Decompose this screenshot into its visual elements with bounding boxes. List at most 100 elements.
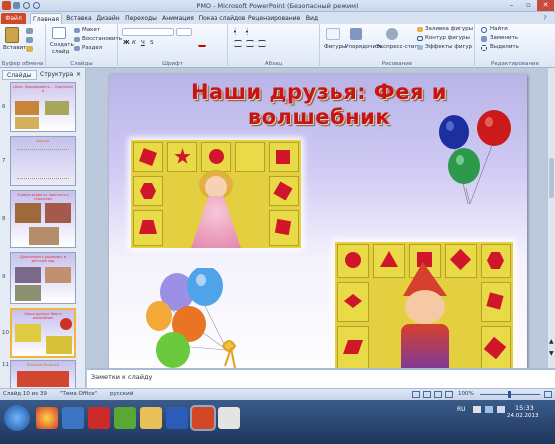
bullets-icon[interactable] bbox=[234, 28, 242, 35]
thumb-image[interactable]: Дополняем с родными, в детский сад bbox=[10, 252, 76, 304]
thumb-image[interactable]: Наши друзья: Фея и волшебник bbox=[10, 308, 76, 358]
replace-button[interactable]: Заменить bbox=[490, 35, 518, 41]
slide-thumbnail[interactable]: 6 Цель: Формировать ... Карточки и bbox=[0, 82, 86, 134]
taskbar-chrome-icon[interactable] bbox=[36, 407, 58, 429]
taskbar-explorer-icon[interactable] bbox=[62, 407, 84, 429]
taskbar-paint-icon[interactable] bbox=[218, 407, 240, 429]
tray-clock[interactable]: 15:33 bbox=[515, 404, 534, 412]
shape-outline-button[interactable]: Контур фигуры bbox=[425, 35, 470, 41]
start-button[interactable] bbox=[4, 405, 30, 431]
section-icon[interactable] bbox=[74, 46, 80, 51]
tray-flag-icon[interactable] bbox=[473, 406, 481, 413]
shapes-icon[interactable] bbox=[326, 28, 340, 40]
tab-animation[interactable]: Анимация bbox=[160, 13, 196, 24]
tray-date[interactable]: 24.02.2013 bbox=[507, 413, 539, 419]
tab-slideshow[interactable]: Показ слайдов bbox=[198, 13, 246, 24]
font-name-box[interactable] bbox=[122, 28, 174, 36]
taskbar-utorrent-icon[interactable] bbox=[114, 407, 136, 429]
section-button[interactable]: Раздел bbox=[82, 45, 102, 51]
slide-thumbnail[interactable]: 8 Учимся играя от простого к сложному bbox=[0, 190, 86, 250]
tray-network-icon[interactable] bbox=[485, 406, 493, 413]
cut-icon[interactable] bbox=[26, 28, 33, 34]
select-icon[interactable] bbox=[481, 45, 487, 51]
format-painter-icon[interactable] bbox=[26, 46, 33, 52]
reset-button[interactable]: Восстановить bbox=[82, 36, 122, 42]
close-button[interactable]: ✕ bbox=[537, 0, 554, 11]
outline-icon[interactable] bbox=[417, 36, 423, 41]
tab-view[interactable]: Вид bbox=[303, 13, 321, 24]
slide-title[interactable]: Наши друзья: Фея и волшебник bbox=[169, 80, 469, 130]
help-icon[interactable]: ? bbox=[540, 13, 550, 24]
slide-thumbnail[interactable]: 11 Весёлые бусинки bbox=[0, 360, 86, 388]
tab-transitions[interactable]: Переходы bbox=[124, 13, 158, 24]
slide-thumbnail[interactable]: 7 Задачи: bbox=[0, 136, 86, 188]
reset-icon[interactable] bbox=[74, 37, 80, 42]
slide-thumbnail-selected[interactable]: 10 Наши друзья: Фея и волшебник bbox=[0, 308, 86, 360]
tab-design[interactable]: Дизайн bbox=[95, 13, 121, 24]
fit-slide-icon[interactable] bbox=[544, 391, 552, 398]
prev-slide-icon[interactable]: ▲ bbox=[549, 338, 554, 345]
vertical-scrollbar[interactable]: ▲ ▼ bbox=[547, 68, 555, 368]
sorter-view-icon[interactable] bbox=[423, 391, 431, 398]
shape-fill-button[interactable]: Заливка фигуры bbox=[425, 26, 473, 32]
zoom-slider-thumb[interactable] bbox=[508, 391, 511, 398]
new-slide-label-1[interactable]: Создать bbox=[50, 42, 74, 48]
layout-icon[interactable] bbox=[74, 28, 80, 33]
thumb-image[interactable]: Задачи: bbox=[10, 136, 76, 186]
select-button[interactable]: Выделить bbox=[490, 44, 519, 50]
numbering-icon[interactable] bbox=[246, 28, 254, 35]
shape-effects-button[interactable]: Эффекты фигур bbox=[425, 44, 472, 50]
italic-button[interactable]: К bbox=[132, 40, 136, 46]
copy-icon[interactable] bbox=[26, 37, 33, 43]
tab-outline-pane[interactable]: Структура bbox=[36, 70, 77, 80]
replace-icon[interactable] bbox=[481, 36, 487, 42]
tray-volume-icon[interactable] bbox=[497, 406, 505, 413]
layout-button[interactable]: Макет bbox=[82, 27, 100, 33]
wizard-photo[interactable] bbox=[335, 242, 513, 372]
find-icon[interactable] bbox=[481, 27, 487, 33]
slide-canvas[interactable]: Наши друзья: Фея и волшебник bbox=[109, 74, 527, 384]
align-center-icon[interactable] bbox=[246, 40, 254, 47]
underline-button[interactable]: Ч bbox=[141, 40, 145, 46]
thumb-image[interactable]: Цель: Формировать ... Карточки и bbox=[10, 82, 76, 132]
align-left-icon[interactable] bbox=[234, 40, 242, 47]
next-slide-icon[interactable]: ▼ bbox=[549, 350, 554, 357]
fill-icon[interactable] bbox=[417, 27, 423, 32]
font-size-box[interactable] bbox=[176, 28, 192, 36]
reading-view-icon[interactable] bbox=[434, 391, 442, 398]
tab-review[interactable]: Рецензирование bbox=[248, 13, 300, 24]
paste-icon[interactable] bbox=[5, 27, 19, 43]
taskbar-word-icon[interactable] bbox=[166, 407, 188, 429]
strike-button[interactable]: S bbox=[150, 40, 154, 46]
taskbar-explorer-folder-icon[interactable] bbox=[140, 407, 162, 429]
minimize-button[interactable]: – bbox=[503, 0, 520, 11]
notes-pane[interactable]: Заметки к слайду bbox=[87, 368, 555, 388]
close-pane-icon[interactable]: ✕ bbox=[76, 70, 81, 80]
taskbar-yandex-icon[interactable] bbox=[88, 407, 110, 429]
quick-styles-icon[interactable] bbox=[386, 28, 398, 40]
find-button[interactable]: Найти bbox=[490, 26, 508, 32]
zoom-level[interactable]: 100% bbox=[458, 391, 474, 397]
arrange-icon[interactable] bbox=[350, 28, 362, 40]
thumb-image[interactable]: Учимся играя от простого к сложному bbox=[10, 190, 76, 248]
tab-file[interactable]: Файл bbox=[1, 13, 26, 24]
bold-button[interactable]: Ж bbox=[123, 40, 130, 46]
maximize-button[interactable]: ▫ bbox=[520, 0, 537, 11]
tab-home[interactable]: Главная bbox=[30, 13, 62, 24]
tab-insert[interactable]: Вставка bbox=[64, 13, 94, 24]
tray-language[interactable]: RU bbox=[457, 406, 466, 413]
slide-thumbnail[interactable]: 9 Дополняем с родными, в детский сад bbox=[0, 252, 86, 306]
new-slide-label-2[interactable]: слайд bbox=[52, 49, 69, 55]
quick-styles-button[interactable]: Экспресс-стили bbox=[376, 44, 422, 50]
align-right-icon[interactable] bbox=[258, 40, 266, 47]
tab-slides-pane[interactable]: Слайды bbox=[2, 70, 37, 80]
thumb-image[interactable]: Весёлые бусинки bbox=[10, 360, 76, 388]
effects-icon[interactable] bbox=[417, 45, 423, 50]
notes-placeholder[interactable]: Заметки к слайду bbox=[91, 373, 152, 381]
theme-name[interactable]: "Тема Office" bbox=[60, 391, 97, 397]
taskbar-powerpoint-icon[interactable] bbox=[192, 407, 214, 429]
shapes-button[interactable]: Фигуры bbox=[324, 44, 346, 50]
scroll-thumb[interactable] bbox=[549, 158, 554, 198]
slideshow-view-icon[interactable] bbox=[445, 391, 453, 398]
fairy-photo[interactable] bbox=[131, 140, 301, 248]
